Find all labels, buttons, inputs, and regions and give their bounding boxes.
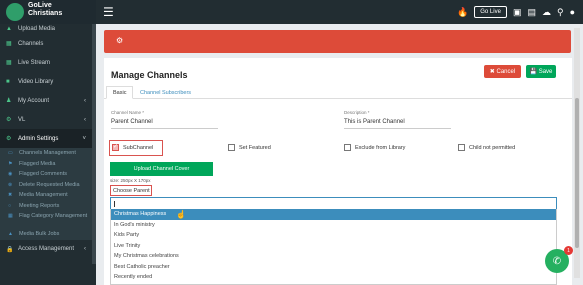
checkbox[interactable] [344, 144, 351, 151]
checkbox[interactable] [228, 144, 235, 151]
exclude-library-checkbox[interactable]: Exclude from Library [344, 144, 405, 151]
page-scrollbar[interactable] [574, 28, 580, 278]
lock-icon: 🔒 [6, 246, 14, 253]
settings-icon: ⚙ [6, 136, 12, 142]
subchannel-checkbox[interactable]: SubChannel [112, 143, 153, 151]
parent-options-list: Christmas Happiness In God's ministry Ki… [110, 209, 557, 285]
delete-icon: ⊗ [8, 181, 13, 188]
save-button[interactable]: 💾 Save [526, 65, 556, 78]
list-item[interactable]: Live Trinity [111, 241, 556, 252]
user-icon[interactable]: ● [570, 7, 575, 17]
channel-name-field[interactable]: Parent Channel [111, 119, 218, 129]
sidebar: ▲ Upload Media ▦ Channels ▦ Live Stream … [0, 24, 96, 285]
logo-icon [6, 3, 24, 21]
page-title: Manage Channels [111, 70, 188, 80]
cover-size-note: size: 250px X 170px [110, 178, 151, 183]
checkbox-checked[interactable] [112, 143, 119, 151]
sidebar-item-my-account[interactable]: ♟ My Account ‹ [0, 91, 96, 110]
logo-text: GoLive Christians [28, 2, 63, 17]
comment-icon: ◉ [8, 171, 13, 178]
sidebar-subitem-media-management[interactable]: ✖ Media Management [0, 190, 96, 201]
chat-icon: ✆ [552, 255, 562, 267]
vl-icon: ⚙ [6, 117, 12, 123]
chat-badge: 1 [564, 246, 573, 255]
description-label: Description * [344, 110, 370, 115]
chevron-left-icon: ‹ [84, 246, 86, 252]
list-item[interactable]: Best Catholic preacher [111, 262, 556, 273]
live-icon: ▦ [6, 60, 12, 66]
child-not-permitted-checkbox[interactable]: Child not permitted [458, 144, 515, 151]
search-icon[interactable]: ⚲ [557, 7, 564, 18]
user-icon: ♟ [6, 98, 12, 104]
cloud-upload-icon[interactable]: ☁ [542, 7, 551, 18]
mouse-pointer-icon: ☝ [176, 210, 186, 219]
flag-icon: ⚑ [8, 160, 13, 167]
chevron-left-icon: ‹ [84, 97, 86, 104]
message-icon[interactable]: ▣ [513, 7, 522, 18]
sidebar-item-admin-settings[interactable]: ⚙ Admin Settings ˅ [0, 129, 96, 148]
sidebar-subitem-channels-management[interactable]: ▭ Channels Management [0, 148, 96, 159]
tools-icon: ✖ [8, 192, 13, 199]
sidebar-subitem-delete-requested-media[interactable]: ⊗ Delete Requested Media [0, 179, 96, 190]
sidebar-subitem-flag-category-management[interactable]: ▦ Flag Category Management [0, 211, 96, 229]
sidebar-item-channels[interactable]: ▦ Channels [0, 34, 96, 53]
text-cursor [114, 201, 115, 207]
choose-parent-label: Choose Parent [110, 185, 152, 196]
channel-name-label: Channel Name * [111, 110, 145, 115]
fire-icon[interactable]: 🔥 [457, 7, 468, 18]
tab-basic[interactable]: Basic [106, 86, 134, 99]
sidebar-scrollbar[interactable] [92, 24, 96, 264]
sidebar-subitem-meeting-reports[interactable]: ○ Meeting Reports [0, 200, 96, 211]
sidebar-item-video-library[interactable]: ■ Video Library [0, 72, 96, 91]
sidebar-item-live-stream[interactable]: ▦ Live Stream [0, 53, 96, 72]
sidebar-subitem-flagged-comments[interactable]: ◉ Flagged Comments [0, 169, 96, 180]
set-featured-checkbox[interactable]: Set Featured [228, 144, 271, 151]
scrollbar-thumb[interactable] [575, 98, 579, 248]
list-icon: ▭ [8, 150, 13, 157]
manage-channels-panel: Manage Channels ✖ Cancel 💾 Save Basic Ch… [104, 58, 572, 285]
cancel-button[interactable]: ✖ Cancel [484, 65, 521, 78]
list-item[interactable]: Kids Party [111, 230, 556, 241]
chevron-left-icon: ‹ [84, 116, 86, 123]
gear-icon: ⚙ [116, 36, 124, 45]
chevron-down-icon: ˅ [82, 135, 86, 142]
page-header-banner: ⚙ [104, 30, 571, 53]
briefcase-icon[interactable]: ▤ [527, 7, 536, 18]
logo[interactable]: GoLive Christians [0, 0, 96, 24]
upload-channel-cover-button[interactable]: Upload Channel Cover [110, 162, 213, 176]
list-item[interactable]: In God's ministry [111, 220, 556, 231]
sidebar-item-upload-media[interactable]: ▲ Upload Media [0, 24, 96, 34]
go-live-button[interactable]: Go Live [474, 6, 507, 18]
tab-channel-subscribers[interactable]: Channel Subscribers [134, 86, 197, 99]
top-navbar: GoLive Christians ☰ 🔥 Go Live ▣ ▤ ☁ ⚲ ● [0, 0, 583, 24]
description-field[interactable]: This is Parent Channel [344, 119, 451, 129]
checkbox[interactable] [458, 144, 465, 151]
sidebar-item-access-management[interactable]: 🔒 Access Management ‹ [0, 240, 96, 259]
jobs-icon: ▲ [8, 231, 13, 238]
sidebar-subitem-flagged-media[interactable]: ⚑ Flagged Media [0, 158, 96, 169]
tab-bar: Basic Channel Subscribers [104, 86, 572, 99]
hamburger-menu-icon[interactable]: ☰ [103, 6, 114, 18]
sidebar-item-vl[interactable]: ⚙ VL ‹ [0, 110, 96, 129]
list-item[interactable]: Recently ended [111, 272, 556, 283]
report-icon: ○ [8, 202, 12, 209]
upload-icon: ▲ [6, 26, 12, 32]
channels-icon: ▦ [6, 41, 12, 47]
video-icon: ■ [6, 78, 10, 85]
category-icon: ▦ [8, 213, 13, 219]
sidebar-subitem-media-bulk-jobs[interactable]: ▲ Media Bulk Jobs [0, 229, 96, 240]
top-right-toolbar: 🔥 Go Live ▣ ▤ ☁ ⚲ ● [457, 3, 575, 21]
list-item[interactable]: My Christmas celebrations [111, 251, 556, 262]
